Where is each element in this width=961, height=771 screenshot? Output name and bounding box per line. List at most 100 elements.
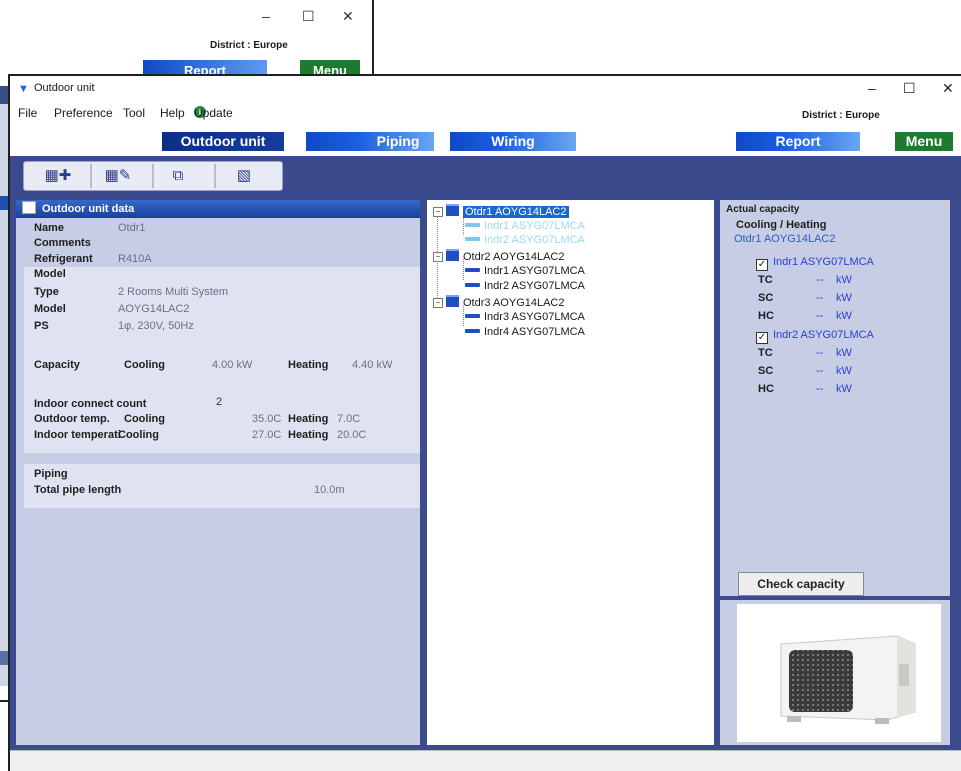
panel-header-title: Outdoor unit data [42, 203, 135, 215]
menu-button[interactable]: Menu [895, 132, 953, 151]
check-capacity-label: Check capacity [757, 577, 845, 591]
bg-minimize-button[interactable]: – [262, 8, 270, 24]
piping-section-title: Piping [34, 468, 68, 480]
menu-help[interactable]: Help [160, 106, 185, 120]
check-capacity-button[interactable]: Check capacity [738, 572, 864, 596]
model-section-title: Model [34, 268, 66, 280]
close-button[interactable]: ✕ [942, 80, 954, 97]
tab-report-label: Report [775, 133, 821, 149]
outdoor-unit-data-panel: Outdoor unit data Name Otdr1 Comments Re… [16, 200, 420, 745]
model-label: Model [34, 303, 66, 315]
edit-unit-icon[interactable]: ▦✎ [104, 166, 132, 186]
collapse-icon[interactable]: − [433, 252, 443, 262]
nav-bar: Outdoor unit Piping Wiring Report Menu [10, 130, 961, 154]
bg-close-button[interactable]: ✕ [342, 8, 354, 25]
ps-label: PS [34, 320, 49, 332]
indoor-1-checkbox[interactable]: ✓ [756, 259, 768, 271]
menu-file[interactable]: File [18, 106, 37, 120]
tc-label: TC [758, 347, 773, 359]
tab-piping[interactable]: Piping [306, 132, 434, 151]
indoor-count-label: Indoor connect count [34, 398, 147, 410]
maximize-button[interactable]: ☐ [903, 80, 916, 97]
refrigerant-label: Refrigerant [34, 253, 93, 265]
tree-node-indoor[interactable]: Indr4 ASYG07LMCA [465, 325, 585, 339]
window-title: Outdoor unit [34, 82, 95, 94]
name-value[interactable]: Otdr1 [118, 222, 146, 234]
indoor-2-label: Indr2 ASYG07LMCA [773, 329, 874, 341]
indoor-2-checkbox[interactable]: ✓ [756, 332, 768, 344]
tab-outdoor-unit-label: Outdoor unit [180, 133, 266, 149]
name-label: Name [34, 222, 64, 234]
tree-node-outdoor[interactable]: − Otdr3 AOYG14LAC2 [433, 295, 565, 309]
indoor-temp-cooling-value[interactable]: 27.0C [252, 429, 281, 441]
indoor-temp-label: Indoor temperati [34, 429, 121, 441]
bg-menu-label: Menu [313, 63, 347, 74]
kw-unit: kW [836, 310, 852, 322]
tab-outdoor-unit[interactable]: Outdoor unit [162, 132, 284, 151]
outdoor-temp-heating-value[interactable]: 7.0C [337, 413, 360, 425]
tree-node-label: Indr1 ASYG07LMCA [484, 265, 585, 277]
indoor-count-value: 2 [216, 396, 223, 408]
add-unit-icon[interactable]: ▦✚ [44, 166, 72, 186]
tree-node-indoor[interactable]: Indr1 ASYG07LMCA [465, 264, 585, 278]
refrigerant-value[interactable]: R410A [118, 253, 152, 265]
bg-menu-button[interactable]: Menu [300, 60, 360, 74]
menu-bar: File Preference Tool Help i Update Distr… [10, 106, 961, 126]
tree-node-indoor[interactable]: Indr2 ASYG07LMCA [465, 279, 585, 293]
outdoor-unit-photo-icon [780, 635, 916, 724]
outdoor-unit-image [737, 604, 941, 742]
kw-unit: kW [836, 274, 852, 286]
capacity-heating-label: Heating [288, 359, 329, 371]
capacity-cooling-label: Cooling [124, 359, 165, 371]
indoor-1-label: Indr1 ASYG07LMCA [773, 256, 874, 268]
indoor-2-tc-value: -- [816, 347, 824, 359]
indoor-unit-icon [465, 329, 480, 333]
tc-label: TC [758, 274, 773, 286]
unit-image-panel [720, 600, 950, 745]
ps-value: 1φ, 230V, 50Hz [118, 320, 194, 332]
tree-node-label: Otdr1 AOYG14LAC2 [463, 206, 569, 218]
tab-wiring[interactable]: Wiring [450, 132, 576, 151]
tree-node-label: Indr2 ASYG07LMCA [484, 280, 585, 292]
indoor-temp-heating-value[interactable]: 20.0C [337, 429, 366, 441]
tree-node-outdoor[interactable]: − Otdr1 AOYG14LAC2 [433, 204, 569, 218]
outdoor-unit-icon [446, 295, 459, 307]
bg-maximize-button[interactable]: ☐ [302, 8, 315, 25]
copy-unit-icon[interactable]: ⧉ [164, 166, 192, 186]
outdoor-unit-window: ▼ Outdoor unit – ☐ ✕ File Preference Too… [8, 74, 961, 771]
indoor-temp-heating-label: Heating [288, 429, 329, 441]
collapse-icon[interactable]: − [433, 298, 443, 308]
tab-report[interactable]: Report [736, 132, 860, 151]
model-value[interactable]: AOYG14LAC2 [118, 303, 190, 315]
outdoor-unit-icon [446, 204, 459, 216]
kw-unit: kW [836, 365, 852, 377]
pipe-length-value: 10.0m [314, 484, 345, 496]
menu-preference[interactable]: Preference [54, 106, 113, 120]
bg-report-button[interactable]: Report [143, 60, 267, 74]
toolbar-separator [214, 164, 216, 188]
menu-tool[interactable]: Tool [123, 106, 145, 120]
type-value[interactable]: 2 Rooms Multi System [118, 286, 228, 298]
indoor-unit-icon [465, 268, 480, 272]
outdoor-temp-cooling-value[interactable]: 35.0C [252, 413, 281, 425]
indoor-1-tc-value: -- [816, 274, 824, 286]
panel-header: Outdoor unit data [16, 200, 420, 218]
indoor-unit-icon [465, 237, 480, 241]
tree-node-outdoor[interactable]: − Otdr2 AOYG14LAC2 [433, 249, 565, 263]
tree-node-indoor[interactable]: Indr1 ASYG07LMCA [465, 219, 585, 233]
minimize-button[interactable]: – [868, 80, 876, 96]
capacity-unit-label: Otdr1 AOYG14LAC2 [734, 233, 836, 245]
tree-node-label: Otdr3 AOYG14LAC2 [463, 297, 565, 309]
collapse-icon[interactable]: − [433, 207, 443, 217]
status-bar [10, 750, 961, 771]
tree-node-indoor[interactable]: Indr3 ASYG07LMCA [465, 310, 585, 324]
tree-node-indoor[interactable]: Indr2 ASYG07LMCA [465, 233, 585, 247]
toolbar: ▦✚ ▦✎ ⧉ ▧ [10, 156, 961, 196]
capacity-panel-subtitle: Cooling / Heating [736, 219, 827, 231]
indoor-2-row[interactable]: ✓ Indr2 ASYG07LMCA [756, 329, 874, 344]
delete-unit-icon[interactable]: ▧ [230, 166, 258, 186]
kw-unit: kW [836, 347, 852, 359]
indoor-1-row[interactable]: ✓ Indr1 ASYG07LMCA [756, 256, 874, 271]
hc-label: HC [758, 383, 774, 395]
indoor-1-sc-value: -- [816, 292, 824, 304]
